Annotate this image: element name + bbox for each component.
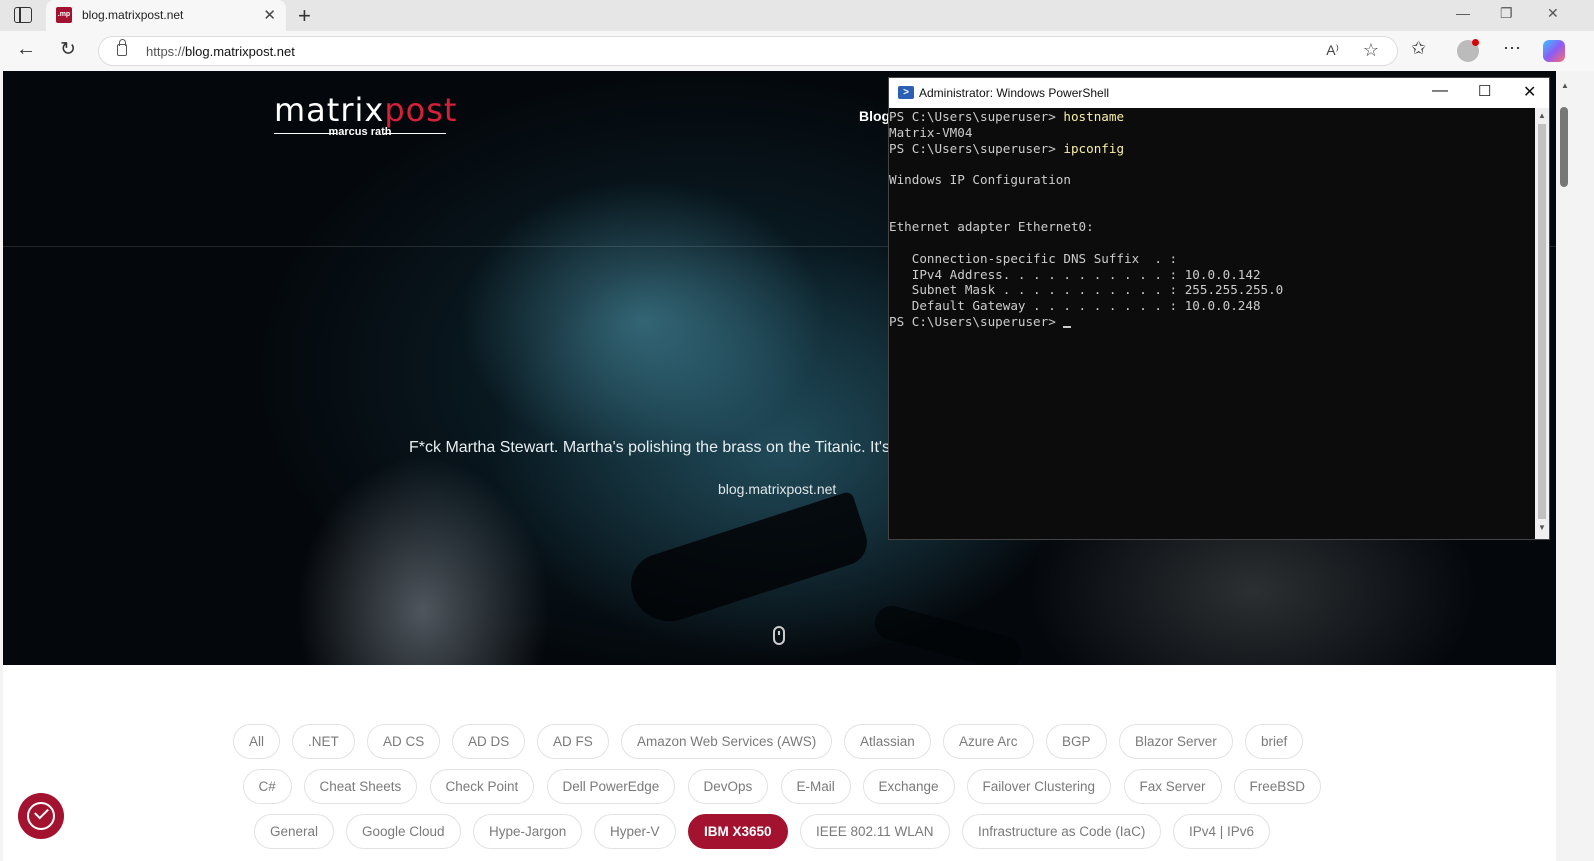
- powershell-titlebar[interactable]: > Administrator: Windows PowerShell — ☐ …: [889, 78, 1549, 108]
- tag-pill[interactable]: Google Cloud: [346, 814, 461, 849]
- scroll-mouse-icon[interactable]: [773, 626, 785, 645]
- tag-pill[interactable]: Azure Arc: [943, 724, 1034, 759]
- close-tab-icon[interactable]: ✕: [263, 6, 276, 24]
- copilot-icon[interactable]: [1543, 40, 1565, 62]
- tag-pill[interactable]: brief: [1245, 724, 1304, 759]
- console-prompt: PS C:\Users\superuser>: [889, 313, 1064, 329]
- console-line: IPv4 Address. . . . . . . . . . . : 10.0…: [889, 266, 1261, 282]
- tag-pill[interactable]: .NET: [292, 724, 355, 759]
- console-line: Matrix-VM04: [889, 124, 973, 140]
- ps-scroll-down-icon[interactable]: ▼: [1538, 523, 1546, 532]
- tag-pill[interactable]: Infrastructure as Code (IaC): [962, 814, 1162, 849]
- tag-pill[interactable]: IBM X3650: [688, 814, 788, 849]
- tag-pill[interactable]: Hype-Jargon: [473, 814, 583, 849]
- browser-tab[interactable]: .mp blog.matrixpost.net ✕: [46, 0, 286, 31]
- console-line: Ethernet adapter Ethernet0:: [889, 219, 1094, 235]
- console-line: PS C:\Users\superuser>: [889, 314, 1535, 330]
- cookie-consent-button[interactable]: [18, 793, 64, 839]
- powershell-scrollbar[interactable]: ▲ ▼: [1535, 108, 1549, 539]
- page-scroll-thumb[interactable]: [1560, 107, 1568, 187]
- tag-pill[interactable]: Blazor Server: [1119, 724, 1233, 759]
- tag-pill[interactable]: BGP: [1046, 724, 1107, 759]
- tag-pill[interactable]: Fax Server: [1123, 769, 1222, 804]
- tag-pill[interactable]: Atlassian: [844, 724, 931, 759]
- restore-icon[interactable]: ❐: [1500, 5, 1513, 22]
- powershell-title: Administrator: Windows PowerShell: [919, 86, 1110, 100]
- tag-pill[interactable]: AD FS: [537, 724, 609, 759]
- more-options-icon[interactable]: ⋯: [1503, 38, 1521, 59]
- site-logo[interactable]: matrixpost marcus rath: [274, 91, 456, 143]
- console-cursor: [1063, 325, 1072, 328]
- tag-pill[interactable]: FreeBSD: [1233, 769, 1322, 804]
- scroll-up-icon[interactable]: ▲: [1561, 81, 1569, 90]
- tag-pill[interactable]: Cheat Sheets: [303, 769, 418, 804]
- refresh-icon[interactable]: ↻: [60, 38, 76, 61]
- ps-scroll-thumb[interactable]: [1538, 124, 1546, 519]
- powershell-icon: >: [898, 86, 914, 99]
- address-bar: ← ↻ https://blog.matrixpost.net A⁾ ☆ ✩ ⋯: [0, 31, 1594, 71]
- tag-pill[interactable]: IEEE 802.11 WLAN: [800, 814, 950, 849]
- tag-pill[interactable]: Hyper-V: [594, 814, 676, 849]
- ps-close-icon[interactable]: ✕: [1523, 82, 1536, 102]
- tag-pill[interactable]: AD DS: [452, 724, 526, 759]
- powershell-console[interactable]: PS C:\Users\superuser> hostname Matrix-VM…: [889, 108, 1535, 539]
- url-text: https://blog.matrixpost.net: [146, 44, 295, 59]
- tab-bar: .mp blog.matrixpost.net ✕ + — ❐ ✕: [0, 0, 1594, 31]
- lock-icon[interactable]: [117, 39, 127, 56]
- star-icon[interactable]: ☆: [1363, 40, 1379, 61]
- console-prompt: PS C:\Users\superuser>: [889, 140, 1064, 156]
- new-tab-icon[interactable]: +: [298, 3, 311, 29]
- tab-title: blog.matrixpost.net: [82, 8, 184, 22]
- console-prompt: PS C:\Users\superuser>: [889, 109, 1064, 124]
- console-command: ipconfig: [1063, 140, 1125, 156]
- ps-scroll-up-icon[interactable]: ▲: [1538, 111, 1546, 120]
- powershell-window[interactable]: > Administrator: Windows PowerShell — ☐ …: [888, 77, 1550, 540]
- tag-pill[interactable]: C#: [242, 769, 292, 804]
- page-scrollbar[interactable]: ▲: [1556, 71, 1594, 861]
- read-aloud-icon[interactable]: A⁾: [1326, 42, 1339, 59]
- url-input[interactable]: https://blog.matrixpost.net A⁾ ☆: [98, 36, 1398, 66]
- ps-minimize-icon[interactable]: —: [1432, 82, 1448, 100]
- nav-link-blog[interactable]: Blog: [859, 108, 890, 124]
- hero-site-name: blog.matrixpost.net: [718, 481, 837, 497]
- hero-quote: F*ck Martha Stewart. Martha's polishing …: [409, 439, 890, 456]
- console-line: Windows IP Configuration: [889, 172, 1071, 187]
- console-line: PS C:\Users\superuser> hostname: [889, 109, 1535, 125]
- tag-pill[interactable]: DevOps: [687, 769, 769, 804]
- console-command: hostname: [1063, 109, 1125, 124]
- close-window-icon[interactable]: ✕: [1547, 5, 1559, 22]
- logo-subtitle: marcus rath: [274, 126, 446, 138]
- tag-pill[interactable]: Check Point: [429, 769, 535, 804]
- tag-pill[interactable]: Amazon Web Services (AWS): [621, 724, 833, 759]
- tag-pill[interactable]: AD CS: [367, 724, 441, 759]
- ps-maximize-icon[interactable]: ☐: [1478, 82, 1491, 100]
- sidebar-toggle-icon[interactable]: [14, 7, 32, 23]
- tag-pill[interactable]: Exchange: [862, 769, 955, 804]
- console-line: Subnet Mask . . . . . . . . . . . : 255.…: [889, 282, 1284, 298]
- tag-pill[interactable]: Failover Clustering: [966, 769, 1112, 804]
- console-line: Connection-specific DNS Suffix . :: [889, 250, 1178, 266]
- notification-dot-icon: [1472, 39, 1479, 46]
- back-arrow-icon[interactable]: ←: [16, 38, 36, 61]
- favorites-icon[interactable]: ✩: [1411, 38, 1426, 59]
- tag-pill[interactable]: Dell PowerEdge: [546, 769, 676, 804]
- logo-text: matrixpost: [274, 91, 458, 129]
- tag-pill[interactable]: General: [254, 814, 335, 849]
- tag-pill[interactable]: All: [233, 724, 281, 759]
- minimize-icon[interactable]: —: [1456, 5, 1470, 21]
- favicon-icon: .mp: [56, 7, 72, 23]
- tag-pill[interactable]: IPv4 | IPv6: [1173, 814, 1271, 849]
- console-line: PS C:\Users\superuser> ipconfig: [889, 141, 1535, 157]
- tag-pill[interactable]: E-Mail: [780, 769, 851, 804]
- console-line: Default Gateway . . . . . . . . . : 10.0…: [889, 298, 1261, 313]
